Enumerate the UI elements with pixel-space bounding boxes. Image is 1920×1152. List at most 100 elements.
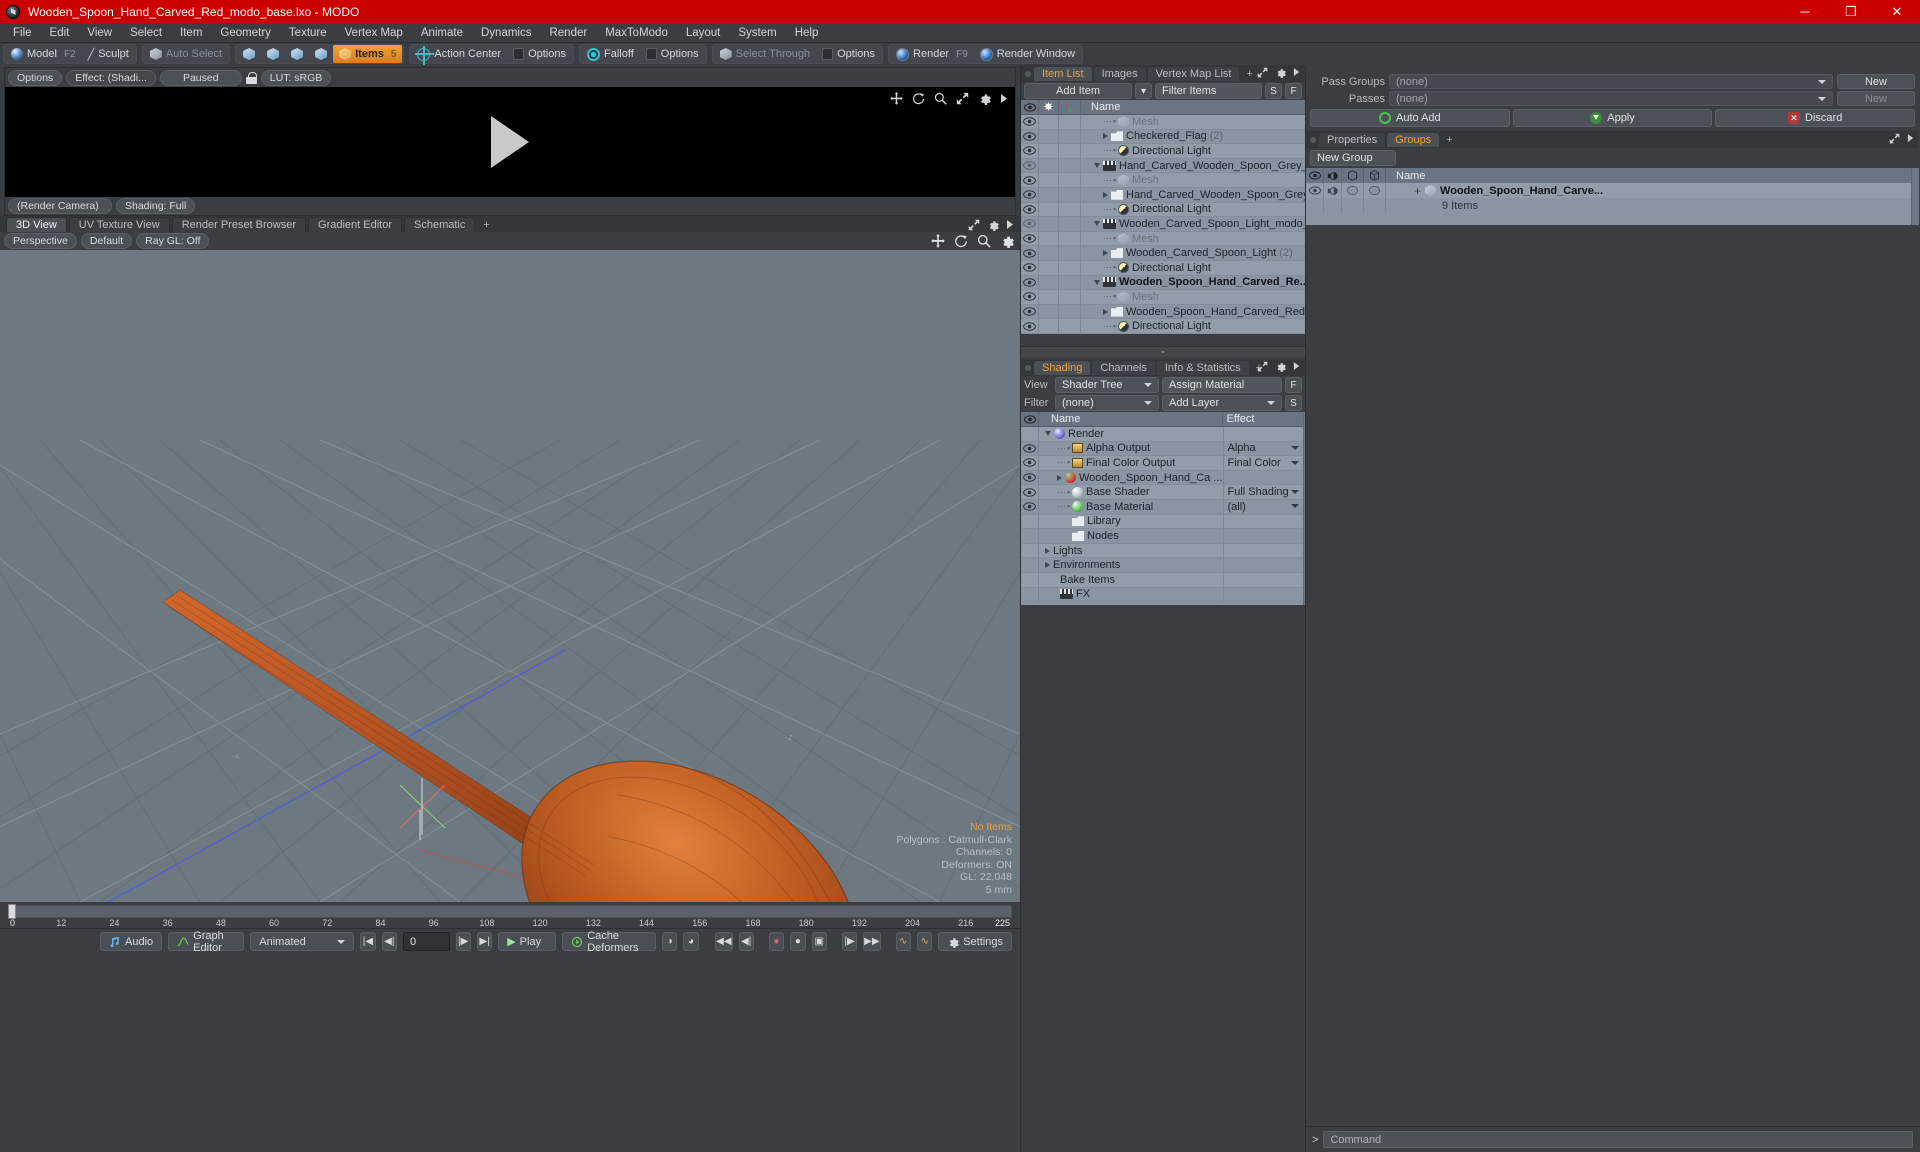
- row-visibility-toggle[interactable]: [1021, 129, 1039, 144]
- row-name-cell[interactable]: Hand_Carved_Wooden_Spoon_Grey(2): [1081, 189, 1329, 201]
- row-effect-cell[interactable]: [1222, 572, 1303, 588]
- eye-icon[interactable]: [1023, 487, 1036, 497]
- minimize-button[interactable]: ─: [1782, 0, 1828, 23]
- row-transform-cell[interactable]: [1059, 260, 1081, 276]
- lock-icon[interactable]: [245, 71, 257, 84]
- items-mode-button[interactable]: Items 5: [333, 45, 403, 63]
- render-preview-canvas[interactable]: [5, 87, 1015, 197]
- row-name-cell[interactable]: Bake Items: [1039, 574, 1223, 586]
- zoom-icon[interactable]: [934, 92, 947, 105]
- add-key-button[interactable]: ●: [790, 932, 806, 951]
- group-wire-checkbox[interactable]: [1347, 186, 1358, 195]
- menu-file[interactable]: File: [4, 25, 41, 41]
- eye-icon[interactable]: [1023, 161, 1036, 170]
- row-name-cell[interactable]: Hand_Carved_Wooden_Spoon_Grey_m ...: [1081, 160, 1329, 172]
- row-visibility-toggle[interactable]: [1021, 528, 1039, 544]
- row-transform-cell[interactable]: [1059, 143, 1081, 159]
- eye-icon[interactable]: [1023, 234, 1036, 243]
- next-key-button[interactable]: |▶: [841, 932, 858, 951]
- table-row[interactable]: ⋯▪ Mesh: [1021, 114, 1330, 130]
- graph-editor-button[interactable]: Graph Editor: [168, 930, 245, 954]
- eye-icon[interactable]: [1023, 278, 1036, 287]
- row-lock-cell[interactable]: [1039, 275, 1059, 290]
- preview-options-button[interactable]: Options: [8, 69, 63, 86]
- row-transform-cell[interactable]: [1059, 318, 1081, 334]
- row-visibility-toggle[interactable]: [1021, 231, 1039, 246]
- collapse-arrow-icon[interactable]: [1094, 221, 1100, 227]
- row-visibility-toggle[interactable]: [1021, 216, 1039, 232]
- table-row[interactable]: Render: [1021, 426, 1303, 442]
- row-lock-cell[interactable]: [1039, 245, 1059, 261]
- table-row[interactable]: Wooden_Carved_Spoon_Light_modo_b ...: [1021, 216, 1330, 232]
- key-mode-b-button[interactable]: ◕: [683, 932, 699, 951]
- group-visibility-toggle[interactable]: [1306, 183, 1324, 198]
- expand-icon[interactable]: [1889, 133, 1900, 144]
- row-name-cell[interactable]: ⋯▪ Alpha Output: [1039, 442, 1223, 454]
- audio-button[interactable]: Audio: [100, 932, 163, 951]
- row-transform-cell[interactable]: [1059, 202, 1081, 217]
- row-effect-cell[interactable]: Full Shading: [1222, 484, 1303, 500]
- row-visibility-toggle[interactable]: [1021, 318, 1039, 334]
- row-effect-cell[interactable]: [1222, 543, 1303, 558]
- expand-arrow-icon[interactable]: [1103, 191, 1108, 198]
- row-effect-cell[interactable]: Alpha: [1222, 441, 1303, 456]
- row-name-cell[interactable]: Lights: [1039, 545, 1223, 557]
- menu-dynamics[interactable]: Dynamics: [472, 25, 540, 41]
- key-mode-a-button[interactable]: ◑: [661, 932, 678, 951]
- auto-add-button[interactable]: Auto Add: [1310, 109, 1510, 127]
- row-transform-cell[interactable]: [1059, 187, 1081, 203]
- item-list-f-button[interactable]: F: [1285, 83, 1302, 99]
- tab-item-list[interactable]: Item List: [1034, 66, 1092, 81]
- row-transform-cell[interactable]: [1059, 304, 1081, 319]
- tab-channels[interactable]: Channels: [1092, 360, 1155, 375]
- tab-images[interactable]: Images: [1093, 66, 1146, 81]
- frame-input[interactable]: 0: [402, 932, 450, 951]
- row-visibility-toggle[interactable]: [1021, 143, 1039, 159]
- eye-icon[interactable]: [1023, 321, 1036, 331]
- menu-animate[interactable]: Animate: [412, 25, 472, 41]
- menu-select[interactable]: Select: [121, 25, 171, 41]
- gear-icon[interactable]: [1000, 234, 1014, 248]
- row-transform-cell[interactable]: [1059, 275, 1081, 290]
- edges-mode-button[interactable]: [261, 45, 285, 63]
- chevron-down-icon[interactable]: [1290, 460, 1299, 465]
- expand-arrow-icon[interactable]: [1045, 562, 1050, 569]
- table-row[interactable]: FX: [1021, 587, 1303, 603]
- row-effect-cell[interactable]: (all): [1222, 499, 1303, 515]
- eye-icon[interactable]: [1023, 190, 1036, 199]
- preview-lut-button[interactable]: LUT: sRGB: [260, 69, 332, 86]
- row-lock-cell[interactable]: [1039, 260, 1059, 276]
- row-visibility-toggle[interactable]: [1021, 114, 1039, 130]
- eye-icon[interactable]: [1023, 219, 1036, 229]
- row-name-cell[interactable]: Wooden_Carved_Spoon_Light_modo_b ...: [1081, 218, 1329, 230]
- row-name-cell[interactable]: ⋯▪ Mesh: [1081, 116, 1329, 128]
- collapse-arrow-icon[interactable]: [1045, 431, 1051, 437]
- row-effect-cell[interactable]: [1222, 587, 1303, 602]
- shading-s-button[interactable]: S: [1285, 395, 1302, 411]
- passes-dropdown[interactable]: (none): [1389, 91, 1833, 106]
- row-name-cell[interactable]: Wooden_Spoon_Hand_Carved_Re...: [1081, 276, 1329, 288]
- zoom-icon[interactable]: [977, 234, 991, 248]
- row-transform-cell[interactable]: [1059, 114, 1081, 130]
- row-visibility-toggle[interactable]: [1021, 275, 1039, 290]
- tab-properties[interactable]: Properties: [1319, 132, 1386, 147]
- step-forward-button[interactable]: |▶: [455, 932, 471, 951]
- groups-vscrollbar[interactable]: [1911, 168, 1919, 225]
- falloff-button[interactable]: Falloff: [581, 45, 640, 63]
- row-effect-cell[interactable]: [1222, 528, 1303, 544]
- row-name-cell[interactable]: FX: [1039, 588, 1223, 600]
- add-groups-tab-button[interactable]: +: [1441, 134, 1457, 146]
- panel-menu-arrow-icon[interactable]: [1293, 67, 1300, 77]
- row-visibility-toggle[interactable]: [1021, 260, 1039, 276]
- row-visibility-toggle[interactable]: [1021, 289, 1039, 305]
- rotate-icon[interactable]: [912, 92, 925, 105]
- settings-button[interactable]: Settings: [938, 932, 1012, 951]
- tab-info-statistics[interactable]: Info & Statistics: [1156, 360, 1249, 375]
- row-name-cell[interactable]: ⋯▪ Mesh: [1081, 174, 1329, 186]
- row-transform-cell[interactable]: [1059, 231, 1081, 246]
- row-name-cell[interactable]: ⋯▪ Mesh: [1081, 233, 1329, 245]
- eye-icon[interactable]: [1023, 248, 1036, 258]
- groups-row[interactable]: + Wooden_Spoon_Hand_Carve...: [1306, 183, 1911, 198]
- menu-help[interactable]: Help: [786, 25, 828, 41]
- tab-gradient-editor[interactable]: Gradient Editor: [308, 217, 402, 232]
